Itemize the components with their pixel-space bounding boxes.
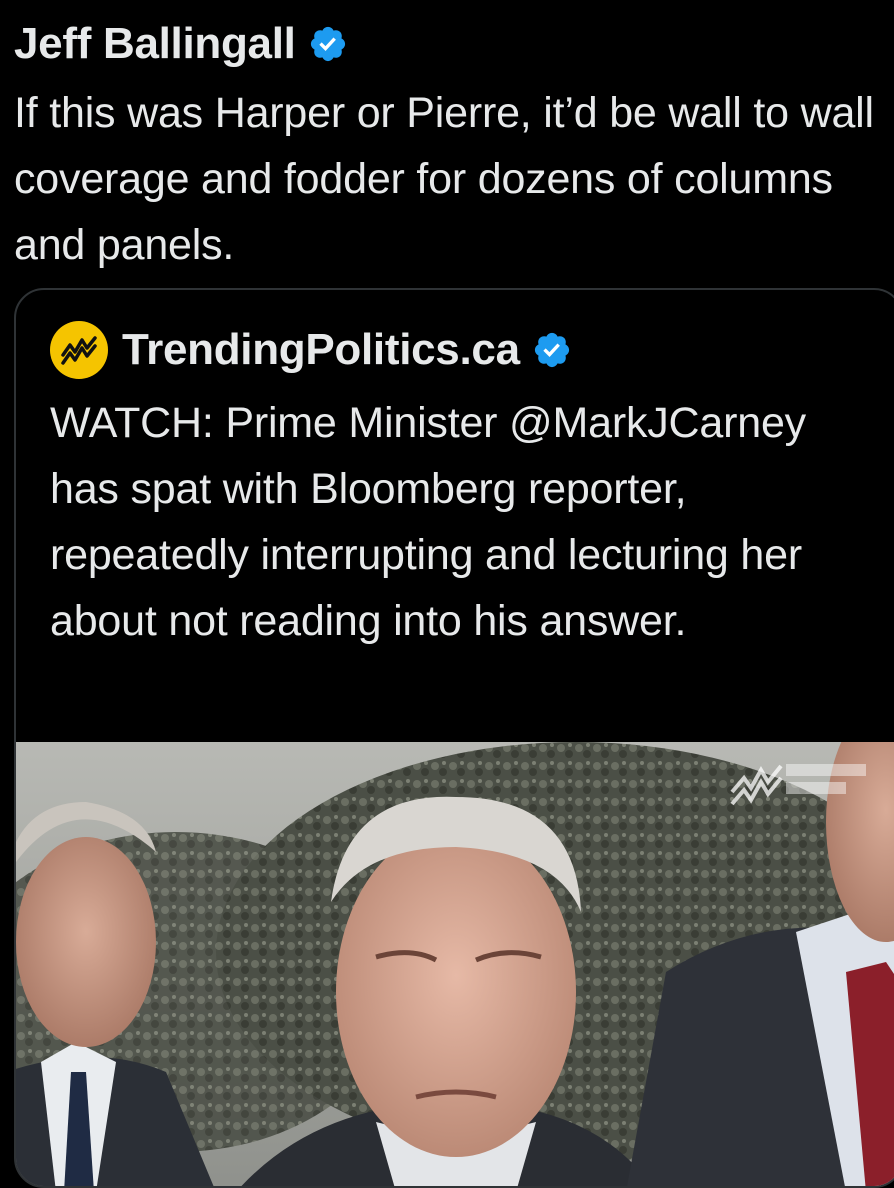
verified-badge-icon	[308, 24, 348, 64]
trending-politics-logo-icon	[61, 336, 97, 365]
quoted-tweet-card[interactable]: TrendingPolitics.ca WATCH: Prime Ministe…	[14, 288, 894, 1188]
tweet-author-name[interactable]: Jeff Ballingall	[14, 19, 296, 69]
trending-politics-logo-avatar[interactable]	[50, 321, 108, 379]
quoted-tweet-video[interactable]	[16, 742, 894, 1186]
verified-badge-icon	[532, 330, 572, 370]
quoted-author-name[interactable]: TrendingPolitics.ca	[122, 325, 520, 375]
quoted-tweet-text: WATCH: Prime Minister @MarkJCarney has s…	[50, 399, 806, 645]
video-thumbnail-image	[16, 742, 894, 1186]
quoted-tweet-header: TrendingPolitics.ca	[50, 320, 572, 380]
tweet-author-row: Jeff Ballingall	[14, 14, 348, 74]
tweet-text: If this was Harper or Pierre, it’d be wa…	[14, 89, 874, 269]
